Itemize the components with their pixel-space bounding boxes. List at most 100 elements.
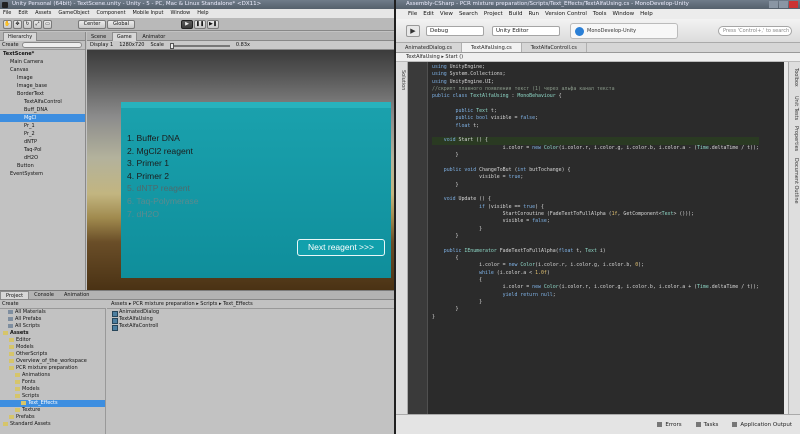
minimize-icon[interactable]: [769, 1, 778, 8]
code-editor[interactable]: using UnityEngine; using System.Collectio…: [408, 62, 784, 414]
unity-menu-item[interactable]: Window: [170, 9, 190, 18]
hierarchy-item[interactable]: Main Camera: [0, 58, 85, 66]
hierarchy-item[interactable]: Image: [0, 74, 85, 82]
mono-menu-item[interactable]: Build: [509, 9, 523, 19]
hand-tool-icon[interactable]: ✋: [3, 20, 12, 29]
unity-menu-item[interactable]: Help: [197, 9, 208, 18]
favorites-item[interactable]: All Materials: [0, 309, 105, 316]
tab-text-alfa-controll[interactable]: TextAlfaControll.cs: [522, 43, 587, 52]
unity-menu-item[interactable]: Edit: [18, 9, 28, 18]
config-select[interactable]: Debug: [426, 26, 484, 36]
folder-item[interactable]: Models: [0, 386, 105, 393]
hierarchy-item[interactable]: Canvas: [0, 66, 85, 74]
unity-menu-item[interactable]: GameObject: [58, 9, 89, 18]
script-file-item[interactable]: TextAlfaUsing: [107, 316, 394, 324]
mono-menu-item[interactable]: Help: [640, 9, 653, 19]
hierarchy-item[interactable]: TextAlfaControl: [0, 98, 85, 106]
pause-button[interactable]: ❚❚: [194, 20, 206, 29]
play-button[interactable]: ▶: [181, 20, 193, 29]
hierarchy-search-input[interactable]: [21, 42, 82, 48]
scale-tool-icon[interactable]: ⤢: [33, 20, 42, 29]
maximize-icon[interactable]: [779, 1, 788, 8]
errors-pad-button[interactable]: Errors: [657, 415, 681, 434]
hierarchy-tab[interactable]: Hierarchy: [0, 32, 85, 41]
folder-item[interactable]: Editor: [0, 337, 105, 344]
folder-item[interactable]: Texture: [0, 407, 105, 414]
folder-item[interactable]: Animations: [0, 372, 105, 379]
hierarchy-item[interactable]: EventSystem: [0, 170, 85, 178]
hierarchy-item-label: Button: [17, 163, 34, 169]
tab-console[interactable]: Console: [29, 291, 59, 299]
tab-project[interactable]: Project: [0, 291, 30, 299]
hierarchy-item[interactable]: Taq-Pol: [0, 146, 85, 154]
resolution-select[interactable]: 1280x720: [119, 41, 144, 49]
properties-pad-tab[interactable]: Properties: [793, 126, 799, 151]
pivot-center-toggle[interactable]: Center: [78, 20, 106, 29]
hierarchy-item[interactable]: Pr_1: [0, 122, 85, 130]
folder-item[interactable]: Overview_of_the_workspace: [0, 358, 105, 365]
hierarchy-item[interactable]: BorderText: [0, 90, 85, 98]
search-input[interactable]: Press 'Control+,' to search: [718, 26, 792, 36]
script-file-item[interactable]: AnimatedDialog: [107, 309, 394, 317]
mono-menu-item[interactable]: Window: [612, 9, 634, 19]
unity-menu-item[interactable]: Assets: [35, 9, 51, 18]
tab-game[interactable]: Game: [111, 32, 137, 41]
rect-tool-icon[interactable]: ▭: [43, 20, 52, 29]
mono-menu-item[interactable]: File: [408, 9, 417, 19]
folder-item[interactable]: Models: [0, 344, 105, 351]
hierarchy-item[interactable]: dNTP: [0, 138, 85, 146]
mono-menu-item[interactable]: View: [440, 9, 453, 19]
project-create-button[interactable]: Create: [2, 301, 19, 307]
folder-item[interactable]: PCR mixture preparation: [0, 365, 105, 372]
folder-item[interactable]: Scripts: [0, 393, 105, 400]
display-select[interactable]: Display 1: [90, 41, 113, 49]
mono-menu-item[interactable]: Search: [459, 9, 478, 19]
hierarchy-item[interactable]: Buff_DNA: [0, 106, 85, 114]
application-output-button[interactable]: Application Output: [732, 415, 792, 434]
unit-tests-pad-tab[interactable]: Unit Tests: [793, 96, 799, 120]
project-breadcrumb[interactable]: Assets ▸ PCR mixture preparation ▸ Scrip…: [107, 300, 394, 309]
tasks-pad-button[interactable]: Tasks: [696, 415, 719, 434]
solution-pad-tab[interactable]: Solution: [400, 70, 406, 90]
unity-menu-item[interactable]: File: [3, 9, 11, 18]
folder-item[interactable]: Assets: [0, 330, 105, 337]
rotate-tool-icon[interactable]: ↻: [23, 20, 32, 29]
toolbox-pad-tab[interactable]: Toolbox: [793, 68, 799, 87]
hierarchy-item[interactable]: Pr_2: [0, 130, 85, 138]
folder-item[interactable]: OtherScripts: [0, 351, 105, 358]
move-tool-icon[interactable]: ✥: [13, 20, 22, 29]
folder-item[interactable]: Prefabs: [0, 414, 105, 421]
unity-menu-item[interactable]: Mobile Input: [133, 9, 164, 18]
mono-menu-item[interactable]: Tools: [593, 9, 607, 19]
favorites-item[interactable]: All Prefabs: [0, 316, 105, 323]
tab-text-alfa-using[interactable]: TextAlfaUsing.cs: [462, 43, 522, 52]
code-breadcrumb[interactable]: TextAlfaUsing ▸ Start (): [396, 53, 800, 62]
mono-menu-item[interactable]: Project: [484, 9, 503, 19]
hierarchy-item[interactable]: Image_base: [0, 82, 85, 90]
scale-slider[interactable]: [169, 42, 230, 49]
hierarchy-item[interactable]: Button: [0, 162, 85, 170]
target-select[interactable]: Unity Editor: [492, 26, 560, 36]
global-local-toggle[interactable]: Global: [107, 20, 135, 29]
hierarchy-item[interactable]: TextScene*: [0, 50, 85, 58]
folder-item[interactable]: Text_Effects: [0, 400, 105, 407]
mono-menu-item[interactable]: Version Control: [545, 9, 587, 19]
hierarchy-create-button[interactable]: Create: [2, 42, 19, 48]
folder-item[interactable]: Standard Assets: [0, 421, 105, 428]
document-outline-pad-tab[interactable]: Document Outline: [793, 158, 799, 204]
tab-animated-dialog[interactable]: AnimatedDialog.cs: [396, 43, 462, 52]
script-file-item[interactable]: TextAlfaControll: [107, 323, 394, 331]
tab-animation[interactable]: Animation: [59, 291, 95, 299]
mono-menu-item[interactable]: Run: [528, 9, 539, 19]
hierarchy-item[interactable]: dH2O: [0, 154, 85, 162]
unity-menu-item[interactable]: Component: [97, 9, 126, 18]
favorites-item[interactable]: All Scripts: [0, 323, 105, 330]
run-button[interactable]: ▶: [406, 25, 420, 37]
close-icon[interactable]: [789, 1, 798, 8]
hierarchy-item[interactable]: MgCl: [0, 114, 85, 122]
hierarchy-panel: Hierarchy Create TextScene* Main Camera Ca…: [0, 32, 86, 290]
mono-menu-item[interactable]: Edit: [423, 9, 434, 19]
next-reagent-button[interactable]: Next reagent >>>: [297, 239, 385, 256]
folder-item[interactable]: Fonts: [0, 379, 105, 386]
step-button[interactable]: ▶❚: [207, 20, 219, 29]
